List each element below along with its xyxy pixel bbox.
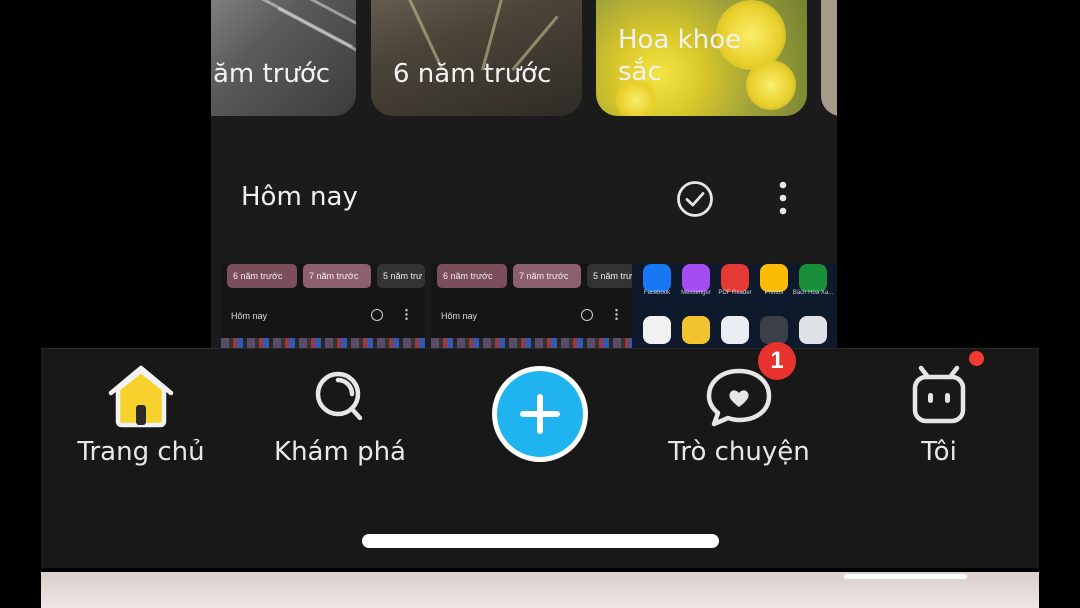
gallery-icon xyxy=(721,316,749,344)
memory-card[interactable]: ăm trước xyxy=(211,0,356,116)
memory-card[interactable]: 6 năm trước xyxy=(371,0,582,116)
app-folder-icon xyxy=(760,316,788,344)
thumbnail-chip: 5 năm trư xyxy=(377,264,425,288)
more-options-icon[interactable] xyxy=(771,180,795,218)
memory-label: 6 năm trước xyxy=(393,59,552,89)
home-indicator[interactable] xyxy=(362,534,719,548)
nav-chat[interactable]: Trò chuyện xyxy=(639,363,839,467)
memory-card[interactable] xyxy=(821,0,837,116)
section-title: Hôm nay xyxy=(241,182,358,212)
bottom-navigation-bar: Trang chủ Khám phá Trò chuyện 1 Tôi xyxy=(41,342,1039,568)
create-post-button[interactable] xyxy=(492,366,588,462)
underlying-home-indicator xyxy=(844,574,967,579)
thumbnail-title: Hôm nay xyxy=(231,311,268,321)
nav-explore[interactable]: Khám phá xyxy=(240,363,440,467)
messenger-icon xyxy=(682,264,710,292)
check-icon xyxy=(581,309,593,321)
plus-icon xyxy=(520,394,560,434)
google-photos-icon xyxy=(643,316,671,344)
more-icon xyxy=(405,308,408,321)
profile-notification-dot xyxy=(969,351,984,366)
nav-home[interactable]: Trang chủ xyxy=(41,363,241,467)
profile-tv-icon xyxy=(912,365,966,424)
explore-search-icon xyxy=(315,371,363,421)
app-label: Photos xyxy=(764,290,784,296)
thumbnail-chip: 7 năm trước xyxy=(513,264,581,288)
photo-thumbnail[interactable]: 6 năm trước 7 năm trước 5 năm trư Hôm na… xyxy=(431,264,635,348)
thumbnail-chip: 6 năm trước xyxy=(227,264,297,288)
thumbnail-chip: 5 năm trư xyxy=(587,264,635,288)
more-icon xyxy=(615,308,618,321)
home-icon xyxy=(108,365,174,428)
pdf-reader-icon xyxy=(721,264,749,292)
thumbnail-chip: 7 năm trước xyxy=(303,264,371,288)
app-label: Messenger xyxy=(681,290,711,296)
thumbnail-title: Hôm nay xyxy=(441,311,478,321)
nav-home-label: Trang chủ xyxy=(77,437,205,467)
nav-profile-label: Tôi xyxy=(921,437,957,467)
photo-thumbnail[interactable]: 6 năm trước 7 năm trước 5 năm trư Hôm na… xyxy=(221,264,425,348)
thumbnail-chip: 6 năm trước xyxy=(437,264,507,288)
memory-label: ăm trước xyxy=(213,59,331,89)
app-screenshot-thumbnail[interactable]: Facebook Messenger PDF Reader Photos Bác… xyxy=(632,264,837,348)
photos-icon xyxy=(760,264,788,292)
memory-card[interactable]: Hoa khoe sắc xyxy=(596,0,807,116)
chrome-icon xyxy=(682,316,710,344)
facebook-icon xyxy=(643,264,671,292)
thumbnail-strip xyxy=(431,338,635,348)
app-label: Bách Hóa Xa... xyxy=(792,290,834,296)
select-check-icon[interactable] xyxy=(676,180,714,218)
bach-hoa-xanh-icon xyxy=(799,264,827,292)
check-icon xyxy=(371,309,383,321)
nav-chat-label: Trò chuyện xyxy=(668,437,810,467)
thumbnail-strip xyxy=(221,338,425,348)
memory-label: Hoa khoe sắc xyxy=(618,25,742,87)
chat-unread-badge: 1 xyxy=(758,342,796,380)
app-label: PDF Reader xyxy=(718,290,752,296)
nav-profile[interactable]: Tôi xyxy=(839,363,1039,467)
gallery-video-frame: ăm trước 6 năm trước Hoa khoe sắc Hôm na… xyxy=(211,0,837,348)
app-label: Facebook xyxy=(643,290,671,296)
nav-explore-label: Khám phá xyxy=(274,437,406,467)
camera-icon xyxy=(799,316,827,344)
